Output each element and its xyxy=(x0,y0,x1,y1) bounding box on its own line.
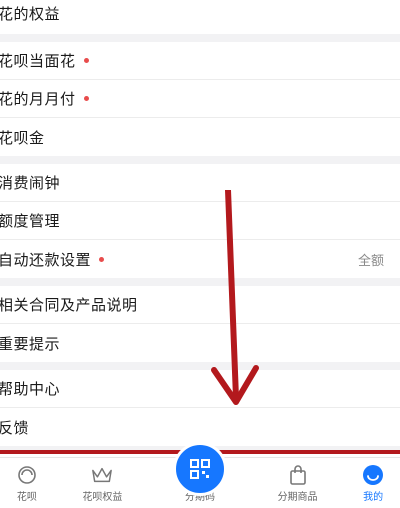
menu-item-label: 相关合同及产品说明 xyxy=(0,296,138,314)
settings-list: 花的权益 花呗当面花 花的月月付 花呗金 消费闹钟 额度管理 自动还款设置 全额 xyxy=(0,0,400,490)
group-settings: 消费闹钟 额度管理 自动还款设置 全额 xyxy=(0,164,400,278)
tab-label: 花呗权益 xyxy=(82,492,123,503)
installment-code-button[interactable] xyxy=(173,442,227,496)
menu-item-contracts[interactable]: 相关合同及产品说明 xyxy=(0,286,400,324)
menu-item-huabei-gold[interactable]: 花呗金 xyxy=(0,118,400,156)
new-badge-dot xyxy=(99,256,105,262)
menu-item-help-center[interactable]: 帮助中心 xyxy=(0,370,400,408)
menu-item-label: 重要提示 xyxy=(0,334,61,353)
menu-item-label: 消费闹钟 xyxy=(0,174,61,192)
crown-icon xyxy=(91,465,113,485)
tab-label: 花呗 xyxy=(16,492,37,503)
new-badge-dot xyxy=(83,96,89,101)
menu-item-label: 自动还款设置 xyxy=(0,250,92,269)
shopping-bag-icon xyxy=(287,465,309,485)
menu-item-label: 花的月月付 xyxy=(0,90,76,108)
menu-item-auto-repay[interactable]: 自动还款设置 全额 xyxy=(0,240,400,278)
bottom-tab-bar: 花呗 花呗权益 分期码 分期商品 我的 xyxy=(0,442,400,508)
new-badge-dot xyxy=(83,58,89,63)
tab-huabei[interactable]: 花呗 xyxy=(0,458,54,508)
menu-item-label: 花呗当面花 xyxy=(0,52,76,70)
menu-item-face-to-face[interactable]: 花呗当面花 xyxy=(0,42,400,80)
qr-code-icon xyxy=(190,459,210,479)
tab-installment-code[interactable]: 分期码 xyxy=(151,442,249,508)
tab-installment-products[interactable]: 分期商品 xyxy=(249,458,347,508)
menu-item-label: 花呗金 xyxy=(0,128,45,147)
menu-item-important-notice[interactable]: 重要提示 xyxy=(0,324,400,362)
group-legal: 相关合同及产品说明 重要提示 xyxy=(0,286,400,362)
group-help: 帮助中心 反馈 xyxy=(0,370,400,446)
menu-item-label: 花的权益 xyxy=(0,4,61,23)
menu-item-spending-alarm[interactable]: 消费闹钟 xyxy=(0,164,400,202)
smile-icon xyxy=(362,465,384,485)
group-benefits: 花的权益 xyxy=(0,0,400,34)
menu-item-label: 额度管理 xyxy=(0,212,61,230)
huabei-swirl-icon xyxy=(16,465,38,485)
menu-item-monthly-pay[interactable]: 花的月月付 xyxy=(0,80,400,118)
menu-item-label: 帮助中心 xyxy=(0,380,61,398)
tab-mine[interactable]: 我的 xyxy=(346,458,400,508)
section-divider xyxy=(0,362,400,370)
menu-item-label: 反馈 xyxy=(0,418,30,437)
tab-label: 分期商品 xyxy=(277,492,318,503)
menu-item-limit-management[interactable]: 额度管理 xyxy=(0,202,400,240)
tab-huabei-benefits[interactable]: 花呗权益 xyxy=(54,458,152,508)
auto-repay-value: 全额 xyxy=(357,253,384,269)
menu-item-benefits[interactable]: 花的权益 xyxy=(0,0,400,34)
tab-label: 我的 xyxy=(363,492,384,503)
menu-item-feedback[interactable]: 反馈 xyxy=(0,408,400,446)
section-divider xyxy=(0,156,400,164)
group-features: 花呗当面花 花的月月付 花呗金 xyxy=(0,42,400,156)
section-divider xyxy=(0,278,400,286)
section-divider xyxy=(0,34,400,42)
